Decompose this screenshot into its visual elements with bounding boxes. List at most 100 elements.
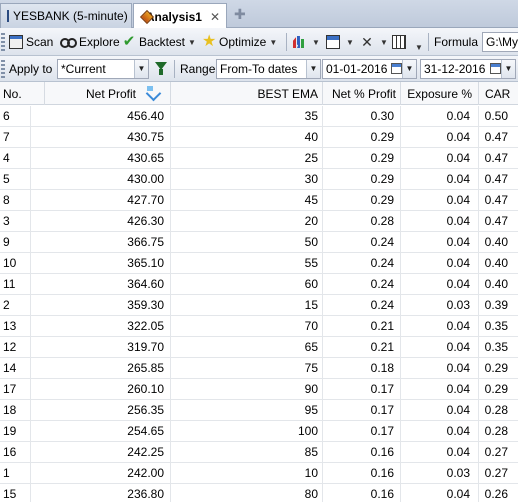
cell-best-ema: 65 bbox=[304, 340, 318, 354]
analysis-icon bbox=[140, 11, 142, 23]
cell-exposure-pct: 0.04 bbox=[446, 151, 470, 165]
backtest-button[interactable]: ✔ Backtest ▼ bbox=[122, 33, 196, 51]
column-header-net-pct-profit[interactable]: Net % Profit bbox=[322, 83, 396, 103]
cell-best-ema: 60 bbox=[304, 277, 318, 291]
cell-no: 10 bbox=[3, 256, 17, 270]
cell-car: 0.29 bbox=[484, 382, 508, 396]
formula-path-field[interactable]: G:\My bbox=[482, 32, 518, 52]
table-row[interactable]: 16 242.25 85 0.16 0.04 0.27 bbox=[0, 442, 518, 463]
table-row[interactable]: 17 260.10 90 0.17 0.04 0.29 bbox=[0, 379, 518, 400]
scan-label: Scan bbox=[26, 35, 54, 49]
tab-yesbank-chart[interactable]: YESBANK (5-minute) bbox=[0, 3, 132, 28]
cell-best-ema: 40 bbox=[304, 130, 318, 144]
cell-no: 11 bbox=[3, 277, 16, 291]
close-icon[interactable]: ✕ bbox=[210, 10, 220, 24]
cell-exposure-pct: 0.04 bbox=[446, 109, 470, 123]
from-date-picker[interactable]: 01-01-2016 ▼ bbox=[322, 59, 417, 79]
cell-net-pct-profit: 0.17 bbox=[370, 424, 394, 438]
cell-exposure-pct: 0.04 bbox=[446, 424, 470, 438]
chevron-down-icon[interactable]: ▼ bbox=[501, 60, 515, 78]
chevron-down-icon[interactable]: ▼ bbox=[380, 38, 388, 47]
chevron-down-icon[interactable]: ▼ bbox=[188, 38, 196, 47]
cell-net-pct-profit: 0.16 bbox=[370, 466, 394, 480]
tools-button[interactable]: ✕ ▼ bbox=[360, 33, 388, 51]
chevron-down-icon[interactable]: ▼ bbox=[312, 38, 320, 47]
cell-net-profit: 365.10 bbox=[127, 256, 164, 270]
scan-button[interactable]: Scan bbox=[9, 33, 53, 51]
cell-exposure-pct: 0.04 bbox=[446, 235, 470, 249]
to-date-picker[interactable]: 31-12-2016 ▼ bbox=[420, 59, 516, 79]
column-divider[interactable] bbox=[478, 82, 479, 105]
column-header-exposure-pct[interactable]: Exposure % bbox=[400, 83, 472, 103]
column-header-no[interactable]: No. bbox=[3, 83, 43, 103]
cell-exposure-pct: 0.04 bbox=[446, 256, 470, 270]
cell-no: 8 bbox=[3, 193, 10, 207]
wrench-icon: ✕ bbox=[361, 34, 373, 50]
apply-to-value: *Current bbox=[61, 62, 106, 76]
column-header-car[interactable]: CAR bbox=[485, 83, 515, 103]
column-divider[interactable] bbox=[170, 82, 171, 105]
toolbar-overflow-button[interactable]: ▼ bbox=[412, 38, 423, 56]
layout-button[interactable]: ▼ bbox=[326, 33, 354, 51]
table-row[interactable]: 6 456.40 35 0.30 0.04 0.50 bbox=[0, 106, 518, 127]
table-row[interactable]: 9 366.75 50 0.24 0.04 0.40 bbox=[0, 232, 518, 253]
table-row[interactable]: 4 430.65 25 0.29 0.04 0.47 bbox=[0, 148, 518, 169]
cell-net-profit: 236.80 bbox=[127, 487, 164, 501]
toolbar-grip[interactable] bbox=[1, 33, 5, 51]
cell-best-ema: 30 bbox=[304, 172, 318, 186]
cell-exposure-pct: 0.04 bbox=[446, 382, 470, 396]
table-row[interactable]: 8 427.70 45 0.29 0.04 0.47 bbox=[0, 190, 518, 211]
table-row[interactable]: 10 365.10 55 0.24 0.04 0.40 bbox=[0, 253, 518, 274]
cell-car: 0.50 bbox=[484, 109, 508, 123]
table-row[interactable]: 12 319.70 65 0.21 0.04 0.35 bbox=[0, 337, 518, 358]
column-divider[interactable] bbox=[322, 82, 323, 105]
cell-car: 0.35 bbox=[484, 340, 508, 354]
column-divider[interactable] bbox=[44, 82, 45, 105]
chevron-down-icon[interactable]: ▼ bbox=[134, 60, 148, 78]
chevron-down-icon[interactable]: ▼ bbox=[269, 38, 277, 47]
results-table: No. Net Profit BEST EMA Net % Profit Exp… bbox=[0, 82, 518, 502]
table-row[interactable]: 19 254.65 100 0.17 0.04 0.28 bbox=[0, 421, 518, 442]
apply-to-dropdown[interactable]: *Current ▼ bbox=[57, 59, 149, 79]
toolbar-grip[interactable] bbox=[1, 60, 5, 78]
filter-icon[interactable] bbox=[155, 62, 167, 75]
cell-car: 0.27 bbox=[484, 445, 508, 459]
table-row[interactable]: 5 430.00 30 0.29 0.04 0.47 bbox=[0, 169, 518, 190]
table-row[interactable]: 11 364.60 60 0.24 0.04 0.40 bbox=[0, 274, 518, 295]
cell-no: 15 bbox=[3, 487, 17, 501]
cell-best-ema: 20 bbox=[304, 214, 318, 228]
cell-net-profit: 366.75 bbox=[127, 235, 164, 249]
optimize-button[interactable]: ★ Optimize ▼ bbox=[202, 33, 277, 51]
table-row[interactable]: 13 322.05 70 0.21 0.04 0.35 bbox=[0, 316, 518, 337]
cell-net-pct-profit: 0.21 bbox=[370, 340, 394, 354]
cell-car: 0.47 bbox=[484, 151, 508, 165]
optimize-label: Optimize bbox=[219, 35, 267, 49]
table-row[interactable]: 15 236.80 80 0.16 0.04 0.26 bbox=[0, 484, 518, 502]
table-row[interactable]: 3 426.30 20 0.28 0.04 0.47 bbox=[0, 211, 518, 232]
cell-exposure-pct: 0.04 bbox=[446, 340, 470, 354]
column-header-net-profit[interactable]: Net Profit bbox=[50, 83, 136, 103]
calendar-icon bbox=[490, 63, 501, 74]
chevron-down-icon[interactable]: ▼ bbox=[306, 60, 320, 78]
column-header-best-ema[interactable]: BEST EMA bbox=[230, 83, 318, 103]
cell-best-ema: 90 bbox=[304, 382, 318, 396]
new-tab-icon[interactable]: ✚ bbox=[234, 6, 246, 23]
cell-net-pct-profit: 0.18 bbox=[370, 361, 394, 375]
table-row[interactable]: 2 359.30 15 0.24 0.03 0.39 bbox=[0, 295, 518, 316]
table-row[interactable]: 18 256.35 95 0.17 0.04 0.28 bbox=[0, 400, 518, 421]
cell-net-pct-profit: 0.24 bbox=[370, 277, 394, 291]
parameters-button[interactable] bbox=[392, 33, 409, 51]
tab-analysis1[interactable]: Analysis1 ✕ bbox=[133, 3, 227, 29]
cell-exposure-pct: 0.03 bbox=[446, 466, 470, 480]
range-dropdown[interactable]: From-To dates ▼ bbox=[216, 59, 321, 79]
table-row[interactable]: 1 242.00 10 0.16 0.03 0.27 bbox=[0, 463, 518, 484]
cell-net-profit: 242.00 bbox=[127, 466, 164, 480]
chevron-down-icon[interactable]: ▼ bbox=[346, 38, 354, 47]
column-divider[interactable] bbox=[400, 82, 401, 105]
explore-button[interactable]: Explore bbox=[60, 33, 120, 51]
report-chart-button[interactable]: ▼ bbox=[292, 33, 320, 51]
table-row[interactable]: 7 430.75 40 0.29 0.04 0.47 bbox=[0, 127, 518, 148]
table-row[interactable]: 14 265.85 75 0.18 0.04 0.29 bbox=[0, 358, 518, 379]
chevron-down-icon[interactable]: ▼ bbox=[402, 60, 416, 78]
chevron-down-icon: ▼ bbox=[415, 42, 423, 52]
